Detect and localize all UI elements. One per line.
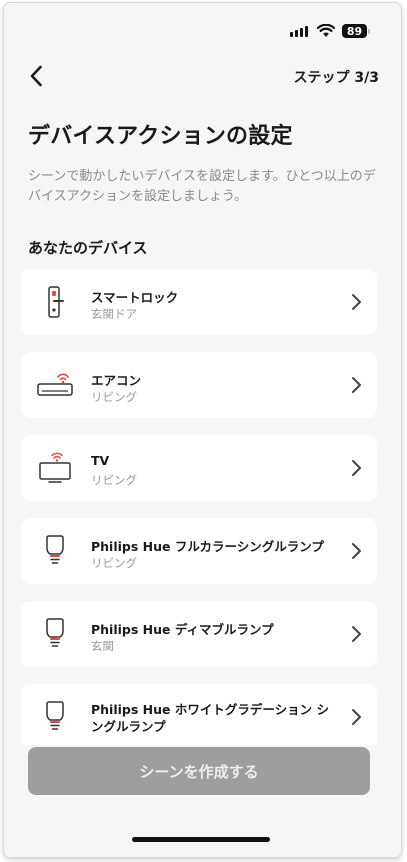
light-bulb-icon xyxy=(35,532,75,570)
tv-icon xyxy=(35,449,75,487)
wifi-icon xyxy=(317,24,335,37)
device-name: Philips Hue ディマブルランプ xyxy=(91,622,274,637)
page-title: デバイスアクションの設定 xyxy=(28,124,293,149)
device-room: リビング xyxy=(91,556,137,570)
home-indicator[interactable] xyxy=(132,837,270,842)
light-bulb-icon xyxy=(35,698,75,736)
device-item-hue-white-gradation[interactable]: Philips Hue ホワイトグラデーション シングルランプ xyxy=(21,684,377,745)
page-description: シーンで動かしたいデバイスを設定します。ひとつ以上のデバイスアクションを設定しま… xyxy=(28,169,376,204)
chevron-left-icon xyxy=(30,65,42,87)
device-room: 玄関 xyxy=(91,639,114,653)
smart-lock-icon xyxy=(35,283,75,321)
cellular-signal-icon xyxy=(290,26,308,37)
chevron-right-icon xyxy=(352,543,361,559)
air-conditioner-icon xyxy=(35,366,75,404)
status-bar: 89 xyxy=(4,3,401,49)
create-scene-button[interactable]: シーンを作成する xyxy=(28,747,370,795)
device-room: 玄関ドア xyxy=(91,307,137,321)
chevron-right-icon xyxy=(352,626,361,642)
battery-tip xyxy=(368,29,370,34)
device-room: リビング xyxy=(91,390,137,404)
device-name: Philips Hue フルカラーシングルランプ xyxy=(91,539,324,554)
device-item-hue-full-color[interactable]: Philips Hue フルカラーシングルランプ リビング xyxy=(21,518,377,584)
chevron-right-icon xyxy=(352,709,361,725)
phone-screen: 89 ステップ 3/3 デバイスアクションの設定 シーンで動かしたいデバイスを設… xyxy=(4,3,401,857)
device-room: リビング xyxy=(91,473,137,487)
device-name: スマートロック xyxy=(91,290,179,305)
light-bulb-icon xyxy=(35,615,75,653)
device-item-hue-dimmable[interactable]: Philips Hue ディマブルランプ 玄関 xyxy=(21,601,377,667)
chevron-right-icon xyxy=(352,294,361,310)
device-name: TV xyxy=(91,453,110,468)
chevron-right-icon xyxy=(352,377,361,393)
device-list[interactable]: スマートロック 玄関ドア エアコン リビング TV リビング Philips H… xyxy=(21,269,377,745)
chevron-right-icon xyxy=(352,460,361,476)
back-button[interactable] xyxy=(22,61,50,91)
device-item-smart-lock[interactable]: スマートロック 玄関ドア xyxy=(21,269,377,335)
section-title-your-devices: あなたのデバイス xyxy=(28,239,148,257)
device-name: エアコン xyxy=(91,373,142,388)
step-indicator: ステップ 3/3 xyxy=(293,70,379,86)
device-item-tv[interactable]: TV リビング xyxy=(21,435,377,501)
device-item-air-conditioner[interactable]: エアコン リビング xyxy=(21,352,377,418)
battery-icon: 89 xyxy=(342,24,367,38)
device-name: Philips Hue ホワイトグラデーション シングルランプ xyxy=(91,702,329,734)
